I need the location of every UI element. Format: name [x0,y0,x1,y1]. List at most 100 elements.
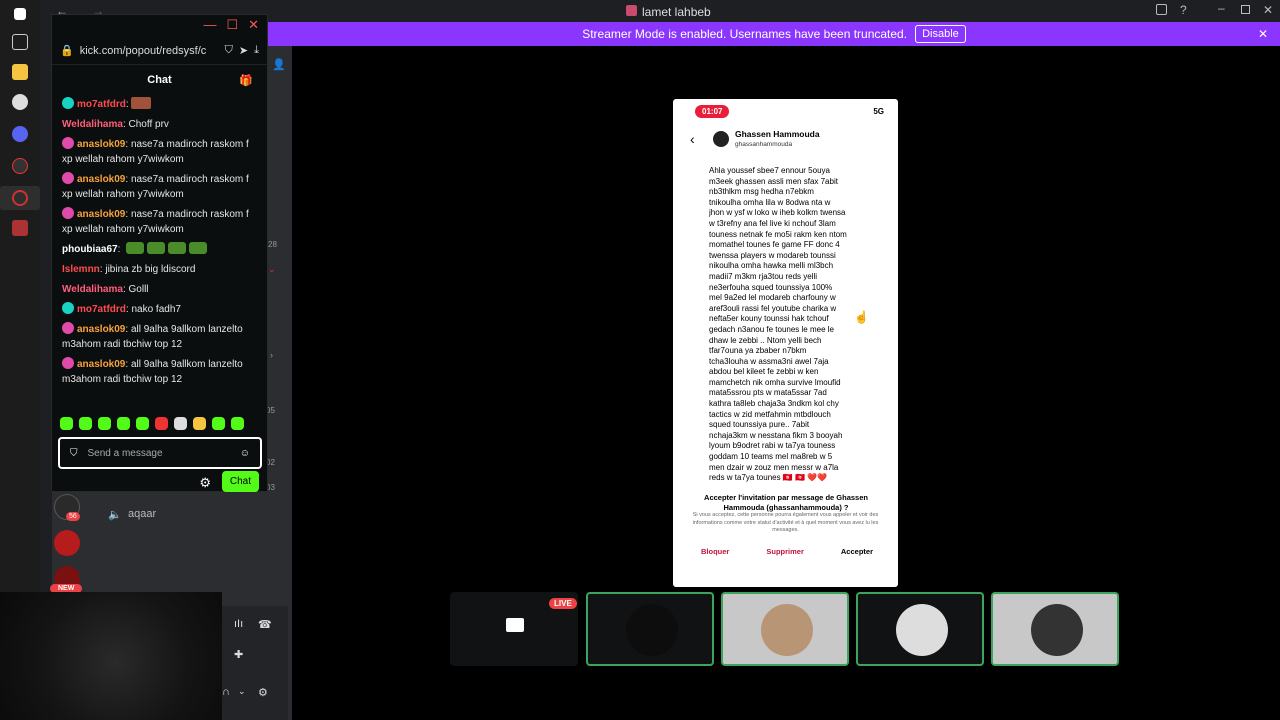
emoji-icon[interactable]: ☺ [240,448,250,459]
participant-tile-1[interactable] [586,592,714,666]
profile-handle: ghassanhammouda [735,141,793,148]
delete-button[interactable]: Supprimer [766,547,804,556]
profile-avatar [713,131,729,147]
download-icon[interactable]: ⤓ [254,44,259,57]
minimize-icon[interactable]: — [203,17,216,35]
file-explorer-icon[interactable] [12,64,28,80]
chat-username[interactable]: Islemnn [62,264,100,275]
emote-icon[interactable] [174,417,187,430]
window-title: lamet lahbeb [642,5,711,19]
inbox-icon[interactable] [1156,4,1167,15]
emote-icon[interactable] [98,417,111,430]
emote-icon[interactable] [60,417,73,430]
send-icon[interactable]: ➤ [239,44,248,57]
gift-icon[interactable]: 🎁 [239,74,253,87]
user-settings-icon[interactable]: ⚙ [258,686,268,699]
windows-start-icon[interactable] [14,8,26,20]
chat-text: Choff prv [128,119,169,130]
chrome-taskbar-icon[interactable] [12,158,28,174]
soundboard-icon[interactable]: ıIı [234,618,243,630]
disconnect-icon[interactable]: ☎ [258,618,272,631]
participant-avatar [896,604,948,656]
discord-taskbar-icon[interactable] [12,126,28,142]
shield-icon[interactable]: ⛉ [225,44,233,57]
task-view-icon[interactable] [12,34,28,50]
message-body: Ahla youssef sbee7 ennour 5ouya m3eek gh… [709,166,847,483]
chat-username[interactable]: mo7atfdrd [77,99,126,110]
maximize-icon[interactable] [1241,5,1250,14]
chat-username[interactable]: anaslok09 [77,209,125,220]
close-icon[interactable]: ✕ [248,17,259,35]
add-member-icon[interactable]: 👤 [272,58,286,71]
emote-icon [126,242,145,254]
chat-message: anaslok09: nase7a madiroch raskom f xp w… [62,207,249,235]
activities-icon[interactable]: ✚ [234,648,243,661]
disable-button[interactable]: Disable [915,25,966,43]
monitor-icon [506,618,524,632]
participant-tile-4[interactable] [991,592,1119,666]
settings-gear-icon[interactable]: ⚙ [199,475,211,491]
emote-icon[interactable] [193,417,206,430]
chat-message: mo7atfdrd: [62,97,257,112]
emote-icon[interactable] [136,417,149,430]
emote-icon[interactable] [231,417,244,430]
send-message-placeholder: Send a message [87,447,163,459]
help-icon[interactable]: ? [1180,3,1187,17]
chat-username[interactable]: anaslok09 [77,174,125,185]
voice-controls: ıIı ☎ ✚ ∩ ⌄ ⚙ [222,606,288,720]
participant-tile-2[interactable] [721,592,849,666]
chat-text: jibina zb big ldiscord [105,264,196,275]
back-chevron-icon[interactable]: ‹ [690,131,695,147]
chat-text: nako fadh7 [131,304,181,315]
profile-name[interactable]: Ghassen Hammouda [735,129,820,139]
chevron-down-icon[interactable]: ⌄ [268,264,276,275]
server-icon-2[interactable] [54,530,80,556]
chevron-right-icon[interactable]: › [270,350,273,360]
emote-icon[interactable] [117,417,130,430]
chat-username[interactable]: anaslok09 [77,139,125,150]
cloud-app-icon[interactable] [12,94,28,110]
participant-avatar [761,604,813,656]
block-button[interactable]: Bloquer [701,547,729,556]
chat-username[interactable]: anaslok09 [77,359,125,370]
emote-bar [60,417,244,430]
close-window-icon[interactable]: ✕ [1263,3,1273,17]
emote-icon[interactable] [79,417,92,430]
chat-send-button[interactable]: Chat [221,471,259,492]
user-badge-icon [62,302,74,314]
minimize-icon[interactable]: – [1218,1,1225,15]
chat-username[interactable]: Weldalihama [62,284,123,295]
url-bar: 🔒 kick.com/popout/redsysf/c ⛉ ➤ ⤓ [52,37,267,65]
headphones-icon[interactable]: ∩ [222,686,230,698]
chat-message: anaslok09: nase7a madiroch raskom f xp w… [62,172,249,200]
close-banner-icon[interactable]: ✕ [1258,27,1268,41]
chat-message: Weldalihama: Golll [62,284,149,295]
user-badge-icon [62,172,74,184]
chevron-down-icon[interactable]: ⌄ [238,686,246,697]
chat-popout-window: — ☐ ✕ 🔒 kick.com/popout/redsysf/c ⛉ ➤ ⤓ … [51,14,268,492]
lock-icon: 🔒 [60,45,74,57]
emote-icon [131,97,152,109]
maximize-icon[interactable]: ☐ [226,17,238,35]
chat-message: mo7atfdrd: nako fadh7 [62,302,257,317]
participant-tile-3[interactable] [856,592,984,666]
accept-button[interactable]: Accepter [841,547,873,556]
chat-username[interactable]: anaslok09 [77,324,125,335]
streamer-mode-banner: Streamer Mode is enabled. Usernames have… [268,22,1280,46]
emote-icon[interactable] [212,417,225,430]
winrar-taskbar-icon[interactable] [12,220,28,236]
opera-taskbar-icon[interactable] [12,190,28,206]
shield-icon: ⛉ [70,447,78,459]
chat-username[interactable]: phoubiaa67 [62,244,118,255]
send-message-input[interactable]: ⛉ Send a message ☺ [58,437,262,469]
emote-icon[interactable] [155,417,168,430]
participant-avatar [1031,604,1083,656]
member-name[interactable]: aqaar [128,508,156,520]
user-badge-icon [62,322,74,334]
chat-title: Chat [147,74,172,86]
chat-username[interactable]: mo7atfdrd [77,304,126,315]
invite-actions: Bloquer Supprimer Accepter [701,547,873,556]
chat-username[interactable]: Weldalihama [62,119,123,130]
chat-messages: mo7atfdrd: Weldalihama: Choff prv anaslok… [52,97,267,407]
url-text[interactable]: kick.com/popout/redsysf/c [80,45,219,57]
